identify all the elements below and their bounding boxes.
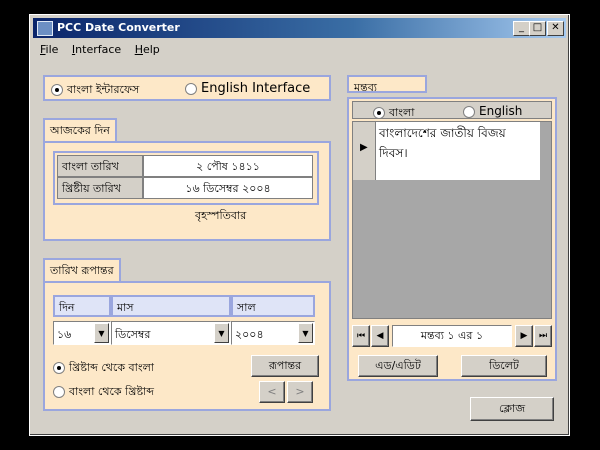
year-select[interactable]: ২০০৪ ▼ bbox=[231, 321, 315, 345]
prev-record-icon[interactable]: ◀ bbox=[371, 325, 389, 347]
first-record-icon[interactable]: ⏮ bbox=[352, 325, 370, 347]
radio-label: বাংলা থেকে খ্রিষ্টাব্দ bbox=[69, 385, 154, 398]
add-edit-button[interactable]: এড/এডিট bbox=[358, 355, 438, 377]
app-icon bbox=[37, 21, 53, 36]
month-header: মাস bbox=[111, 295, 231, 317]
delete-button[interactable]: ডিলেট bbox=[461, 355, 547, 377]
day-select-value: ১৬ bbox=[57, 328, 72, 341]
english-date-value: ১৬ ডিসেম্বর ২০০৪ bbox=[143, 177, 313, 199]
menu-bar: File Interface Help bbox=[33, 41, 566, 59]
close-window-button[interactable]: ✕ bbox=[547, 21, 564, 36]
radio-label: বাংলা bbox=[389, 106, 415, 119]
radio-indicator bbox=[373, 107, 385, 119]
month-select-value: ডিসেম্বর bbox=[115, 328, 151, 341]
radio-comment-english[interactable]: English bbox=[463, 104, 522, 118]
maximize-button[interactable]: □ bbox=[529, 21, 546, 36]
convert-button[interactable]: রূপান্তর bbox=[251, 355, 319, 377]
year-select-value: ২০০৪ bbox=[235, 328, 264, 341]
radio-indicator bbox=[185, 83, 197, 95]
comment-text[interactable]: বাংলাদেশের জাতীয় বিজয় দিবস। bbox=[376, 122, 540, 180]
comment-panel: বাংলা English ▶ বাংলাদেশের জাতীয় বিজয় … bbox=[347, 97, 557, 381]
menu-help[interactable]: Help bbox=[135, 41, 160, 59]
menu-file[interactable]: File bbox=[40, 41, 58, 59]
today-panel: বাংলা তারিখ ২ পৌষ ১৪১১ খ্রিষ্টীয় তারিখ … bbox=[43, 141, 331, 241]
row-selector[interactable]: ▶ bbox=[353, 122, 376, 180]
app-window: PCC Date Converter _ □ ✕ File Interface … bbox=[29, 14, 570, 436]
english-date-label: খ্রিষ্টীয় তারিখ bbox=[57, 177, 143, 199]
day-header: দিন bbox=[53, 295, 111, 317]
radio-indicator bbox=[463, 106, 475, 118]
chevron-down-icon[interactable]: ▼ bbox=[94, 323, 109, 343]
minimize-button[interactable]: _ bbox=[513, 21, 530, 36]
chevron-down-icon[interactable]: ▼ bbox=[214, 323, 229, 343]
day-select[interactable]: ১৬ ▼ bbox=[53, 321, 111, 345]
weekday-text: বৃহস্পতিবার bbox=[195, 209, 247, 222]
radio-indicator bbox=[51, 84, 63, 96]
comment-lang-bar: বাংলা English bbox=[352, 101, 552, 119]
next-record-icon[interactable]: ▶ bbox=[515, 325, 533, 347]
interface-selector: বাংলা ইন্টারফেস English Interface bbox=[43, 75, 331, 101]
record-counter: মন্তব্য ১ এর ১ bbox=[392, 325, 512, 347]
radio-label: English bbox=[479, 104, 523, 118]
title-bar[interactable]: PCC Date Converter _ □ ✕ bbox=[33, 18, 566, 38]
radio-indicator bbox=[53, 362, 65, 374]
menu-interface[interactable]: Interface bbox=[72, 41, 121, 59]
bangla-date-label: বাংলা তারিখ bbox=[57, 155, 143, 177]
chevron-down-icon[interactable]: ▼ bbox=[298, 323, 313, 343]
radio-label: বাংলা ইন্টারফেস bbox=[67, 83, 140, 96]
radio-en-to-bn[interactable]: খ্রিষ্টাব্দ থেকে বাংলা bbox=[53, 359, 154, 378]
month-select[interactable]: ডিসেম্বর ▼ bbox=[111, 321, 231, 345]
radio-label: English Interface bbox=[201, 81, 311, 96]
close-button[interactable]: ক্লোজ bbox=[470, 397, 554, 421]
window-title: PCC Date Converter bbox=[57, 21, 180, 34]
radio-indicator bbox=[53, 386, 65, 398]
year-header: সাল bbox=[231, 295, 315, 317]
radio-bangla-interface[interactable]: বাংলা ইন্টারফেস bbox=[51, 81, 139, 100]
comment-grid[interactable]: ▶ বাংলাদেশের জাতীয় বিজয় দিবস। bbox=[352, 121, 552, 319]
row-pointer-icon: ▶ bbox=[360, 142, 368, 153]
last-record-icon[interactable]: ⏭ bbox=[534, 325, 552, 347]
next-button[interactable]: > bbox=[287, 381, 313, 403]
tab-comment: মন্তব্য bbox=[347, 75, 427, 94]
convert-panel: দিন মাস সাল ১৬ ▼ ডিসেম্বর ▼ ২০০৪ ▼ খ্রিষ… bbox=[43, 281, 331, 411]
radio-label: খ্রিষ্টাব্দ থেকে বাংলা bbox=[69, 361, 154, 374]
bangla-date-value: ২ পৌষ ১৪১১ bbox=[143, 155, 313, 177]
radio-bn-to-en[interactable]: বাংলা থেকে খ্রিষ্টাব্দ bbox=[53, 383, 154, 402]
radio-english-interface[interactable]: English Interface bbox=[185, 81, 310, 96]
prev-button[interactable]: < bbox=[259, 381, 285, 403]
record-navigator: ⏮ ◀ মন্তব্য ১ এর ১ ▶ ⏭ bbox=[352, 325, 552, 347]
